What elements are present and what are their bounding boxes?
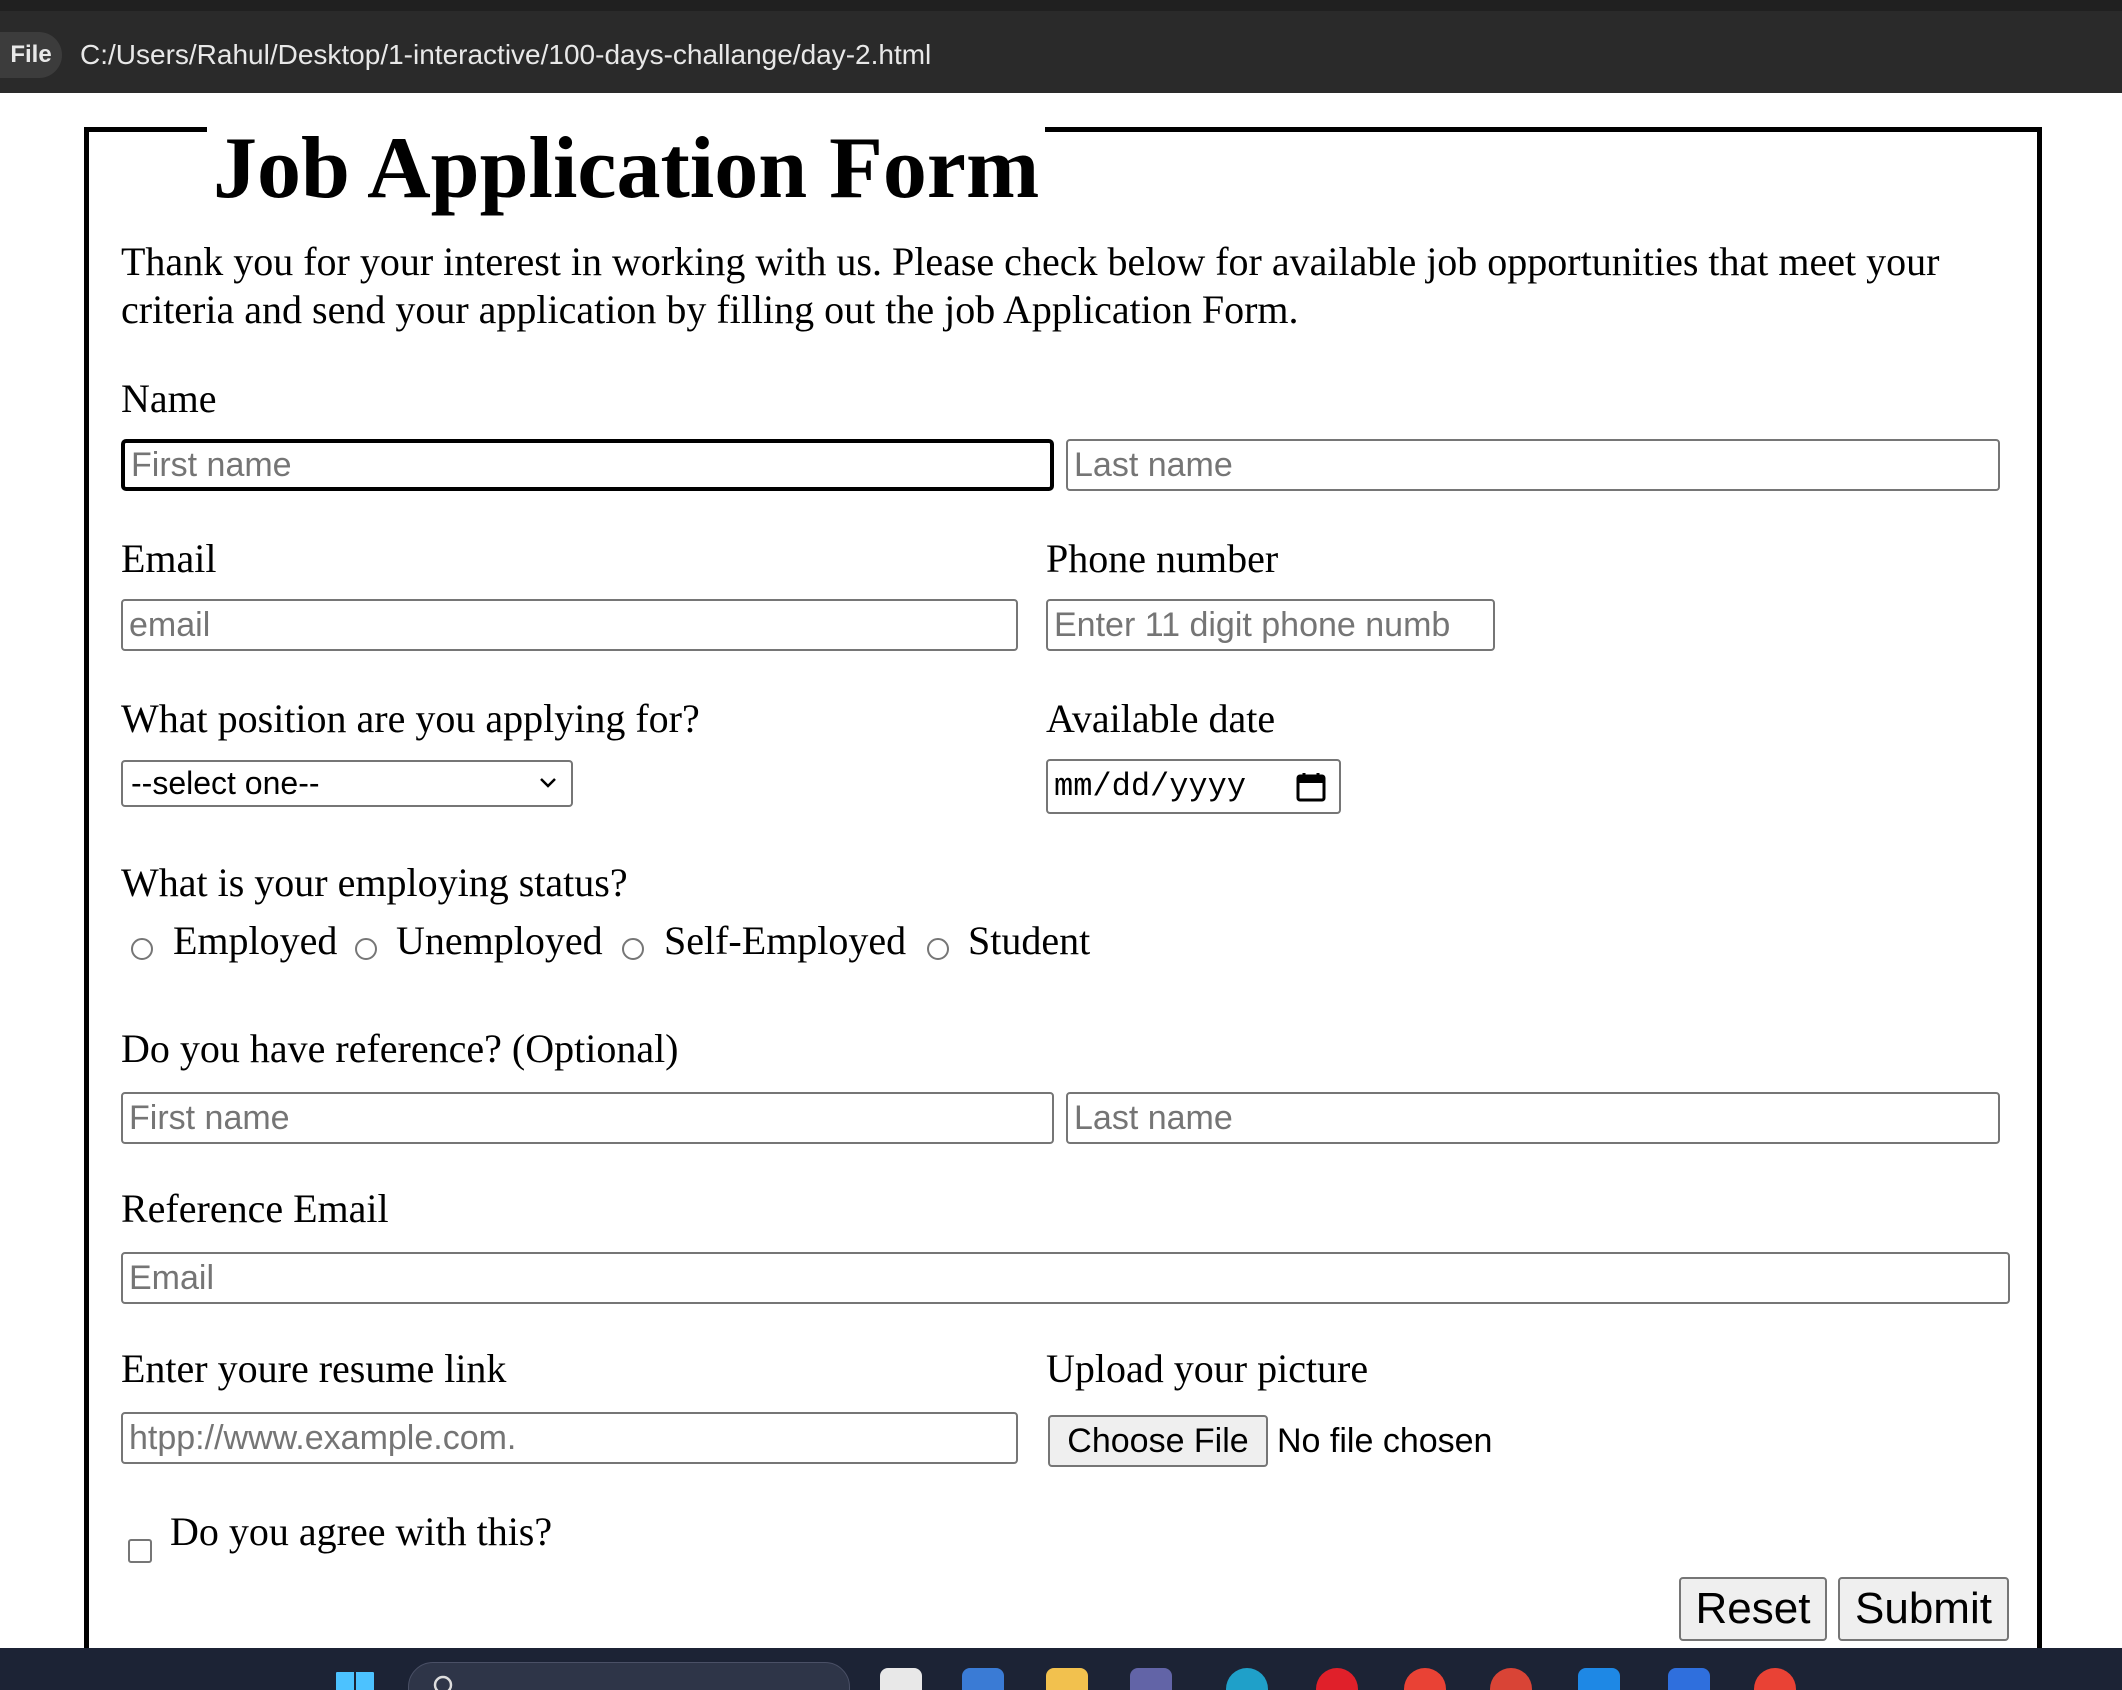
browser-chrome: File C:/Users/Rahul/Desktop/1-interactiv…	[0, 0, 2122, 93]
copilot-icon[interactable]	[962, 1668, 1004, 1690]
chrome-profile-icon[interactable]	[1490, 1668, 1532, 1690]
chrome-active-icon[interactable]	[1754, 1668, 1796, 1690]
calendar-icon[interactable]	[1295, 771, 1327, 803]
status-radio-employed[interactable]	[131, 938, 153, 960]
file-status: No file chosen	[1277, 1422, 1493, 1460]
reference-label: Do you have reference? (Optional)	[121, 1026, 679, 1071]
status-radio-self-employed[interactable]	[622, 938, 644, 960]
status-radio-student[interactable]	[927, 938, 949, 960]
last-name-input[interactable]	[1066, 439, 2000, 491]
status-label-self-employed: Self-Employed	[664, 918, 907, 963]
first-name-input[interactable]	[121, 439, 1054, 491]
available-date-value: mm/dd/yyyy	[1054, 768, 1247, 805]
page-content: Job Application Form Thank you for your …	[0, 93, 2122, 1648]
status-radio-unemployed[interactable]	[355, 938, 377, 960]
reference-email-label: Reference Email	[121, 1186, 389, 1231]
form-legend: Job Application Form	[207, 119, 1046, 219]
phone-input[interactable]	[1046, 599, 1495, 651]
opera-icon[interactable]	[1316, 1668, 1358, 1690]
file-explorer-icon[interactable]	[1046, 1668, 1088, 1690]
status-label-student: Student	[968, 918, 1091, 963]
search-icon	[433, 1675, 453, 1690]
taskbar-search-box[interactable]	[408, 1662, 850, 1690]
agree-checkbox[interactable]	[128, 1539, 152, 1563]
position-select-value: --select one--	[131, 765, 320, 801]
teams-icon[interactable]	[1130, 1668, 1172, 1690]
resume-link-input[interactable]	[121, 1412, 1018, 1464]
intro-text: Thank you for your interest in working w…	[121, 239, 1940, 332]
position-select[interactable]: --select one--	[121, 760, 573, 807]
available-date-input[interactable]: mm/dd/yyyy	[1046, 759, 1341, 814]
store-icon[interactable]	[1668, 1668, 1710, 1690]
reference-email-input[interactable]	[121, 1252, 2010, 1304]
address-url[interactable]: C:/Users/Rahul/Desktop/1-interactive/100…	[80, 37, 931, 73]
tab-strip	[0, 0, 2122, 11]
reference-last-name-input[interactable]	[1066, 1092, 2000, 1144]
status-label: What is your employing status?	[121, 860, 628, 905]
resume-label: Enter youre resume link	[121, 1346, 507, 1391]
submit-button[interactable]: Submit	[1838, 1577, 2009, 1641]
chrome-icon[interactable]	[1404, 1668, 1446, 1690]
position-label: What position are you applying for?	[121, 696, 700, 741]
file-protocol-chip[interactable]: File	[0, 32, 62, 78]
windows-start-icon[interactable]	[334, 1670, 376, 1690]
phone-label: Phone number	[1046, 536, 1279, 581]
picture-label: Upload your picture	[1046, 1346, 1369, 1391]
address-bar[interactable]: File C:/Users/Rahul/Desktop/1-interactiv…	[0, 11, 2122, 93]
status-label-employed: Employed	[173, 918, 338, 963]
choose-file-button[interactable]: Choose File	[1048, 1415, 1268, 1467]
reset-button[interactable]: Reset	[1679, 1577, 1827, 1641]
available-date-label: Available date	[1046, 696, 1276, 741]
reference-first-name-input[interactable]	[121, 1092, 1054, 1144]
agree-label: Do you agree with this?	[170, 1509, 553, 1554]
edge-icon[interactable]	[1226, 1668, 1268, 1690]
name-label: Name	[121, 376, 217, 421]
vscode-icon[interactable]	[1578, 1668, 1620, 1690]
email-label: Email	[121, 536, 217, 581]
taskbar	[0, 1648, 2122, 1690]
task-view-icon[interactable]	[880, 1668, 922, 1690]
chevron-down-icon	[540, 778, 556, 788]
email-input[interactable]	[121, 599, 1018, 651]
status-label-unemployed: Unemployed	[396, 918, 603, 963]
